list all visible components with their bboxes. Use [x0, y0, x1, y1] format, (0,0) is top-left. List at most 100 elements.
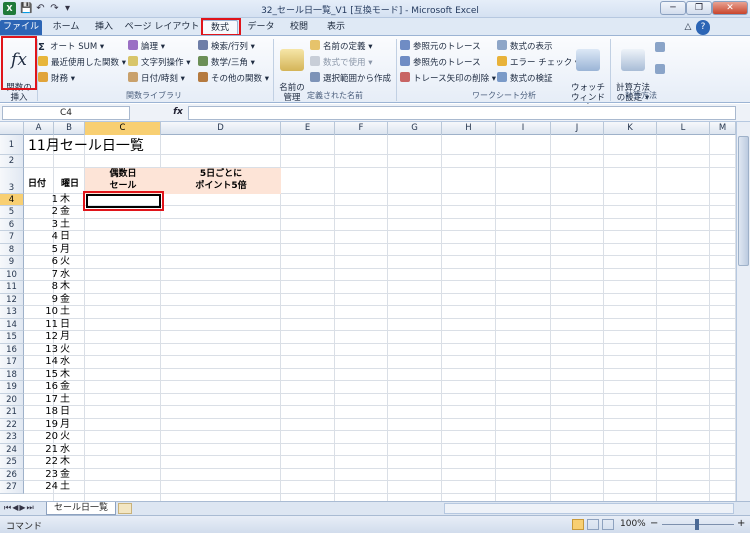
column-header-j[interactable]: J — [551, 122, 604, 135]
sheet-tab-active[interactable]: セール日一覧 — [46, 502, 116, 515]
autosum-button[interactable]: Σ オート SUM ▾ — [38, 40, 104, 54]
row-header-6[interactable]: 6 — [0, 218, 24, 231]
row-header-17[interactable]: 17 — [0, 356, 24, 369]
show-formulas-button[interactable]: 数式の表示 — [497, 40, 553, 54]
close-button[interactable]: ✕ — [712, 1, 748, 15]
datetime-button[interactable]: 日付/時刻 ▾ — [128, 72, 185, 86]
watch-window-button[interactable]: ウォッチ ウィンドウ — [570, 39, 606, 113]
row-header-5[interactable]: 5 — [0, 206, 24, 219]
column-header-e[interactable]: E — [281, 122, 335, 135]
error-checking-button[interactable]: エラー チェック ▾ — [497, 56, 579, 70]
undo-icon[interactable]: ↶ — [34, 2, 47, 15]
maximize-button[interactable]: ❐ — [686, 1, 712, 15]
redo-icon[interactable]: ↷ — [48, 2, 61, 15]
insert-function-button[interactable]: fx 関数の 挿入 — [3, 39, 35, 103]
row-header-16[interactable]: 16 — [0, 343, 24, 356]
row-header-18[interactable]: 18 — [0, 368, 24, 381]
row-header-23[interactable]: 23 — [0, 431, 24, 444]
row-header-8[interactable]: 8 — [0, 243, 24, 256]
insert-function-fx-button[interactable]: fx — [170, 106, 186, 120]
active-cell-c4[interactable] — [86, 194, 161, 208]
row-header-15[interactable]: 15 — [0, 331, 24, 344]
zoom-slider-thumb[interactable] — [695, 519, 699, 530]
row-header-9[interactable]: 9 — [0, 256, 24, 269]
normal-view-icon[interactable] — [572, 519, 584, 530]
column-header-k[interactable]: K — [604, 122, 657, 135]
tab-insert[interactable]: 挿入 — [88, 20, 120, 35]
tab-view[interactable]: 表示 — [320, 20, 352, 35]
row-header-22[interactable]: 22 — [0, 418, 24, 431]
row-header-12[interactable]: 12 — [0, 293, 24, 306]
save-icon[interactable]: 💾 — [20, 2, 33, 15]
next-sheet-icon[interactable]: ▶ — [19, 503, 26, 512]
first-sheet-icon[interactable]: ⏮ — [4, 503, 12, 512]
tab-page-layout[interactable]: ページ レイアウト — [124, 20, 200, 35]
column-header-b[interactable]: B — [54, 122, 85, 135]
select-all-corner[interactable] — [0, 122, 24, 135]
customize-qat-icon[interactable]: ▾ — [61, 2, 74, 15]
page-layout-view-icon[interactable] — [587, 519, 599, 530]
text-button[interactable]: 文字列操作 ▾ — [128, 56, 190, 70]
row-header-7[interactable]: 7 — [0, 231, 24, 244]
row-header-13[interactable]: 13 — [0, 306, 24, 319]
tab-data[interactable]: データ — [242, 20, 280, 35]
row-header-4[interactable]: 4 — [0, 193, 24, 206]
column-header-l[interactable]: L — [657, 122, 710, 135]
column-header-i[interactable]: I — [496, 122, 551, 135]
sheet-nav-buttons[interactable]: ⏮◀▶⏭ — [4, 503, 35, 513]
row-header-2[interactable]: 2 — [0, 155, 24, 168]
row-header-25[interactable]: 25 — [0, 456, 24, 469]
column-header-g[interactable]: G — [388, 122, 442, 135]
row-header-11[interactable]: 11 — [0, 281, 24, 294]
calc-sheet-icon[interactable] — [655, 64, 668, 78]
row-header-27[interactable]: 27 — [0, 481, 24, 494]
financial-button[interactable]: 財務 ▾ — [38, 72, 75, 86]
scroll-thumb[interactable] — [738, 136, 749, 266]
column-header-c[interactable]: C — [85, 122, 161, 135]
column-header-h[interactable]: H — [442, 122, 496, 135]
tab-file[interactable]: ファイル — [0, 20, 42, 35]
trace-dependents-button[interactable]: 参照先のトレース — [400, 56, 481, 70]
row-header-10[interactable]: 10 — [0, 268, 24, 281]
row-header-19[interactable]: 19 — [0, 381, 24, 394]
worksheet-grid[interactable]: ABCDEFGHIJKLM 1 2 3 4 5 6 7 8 9 10 11 12 13 14 15 16 17 1… — [0, 122, 750, 501]
column-header-m[interactable]: M — [710, 122, 736, 135]
calc-now-icon[interactable] — [655, 42, 668, 56]
row-header-26[interactable]: 26 — [0, 468, 24, 481]
recent-functions-button[interactable]: 最近使用した関数 ▾ — [38, 56, 126, 70]
zoom-out-button[interactable]: − — [650, 518, 658, 529]
trace-precedents-button[interactable]: 参照元のトレース — [400, 40, 481, 54]
column-header-f[interactable]: F — [335, 122, 388, 135]
last-sheet-icon[interactable]: ⏭ — [27, 503, 35, 512]
zoom-level[interactable]: 100% — [620, 519, 646, 529]
create-from-selection-button[interactable]: 選択範囲から作成 — [310, 72, 391, 86]
name-box[interactable]: C4 — [2, 106, 130, 120]
formula-input[interactable] — [188, 106, 736, 120]
minimize-button[interactable]: ─ — [660, 1, 686, 15]
vertical-scrollbar[interactable] — [736, 122, 750, 501]
zoom-in-button[interactable]: + — [737, 518, 745, 529]
use-in-formula-button[interactable]: 数式で使用 ▾ — [310, 56, 372, 70]
remove-arrows-button[interactable]: トレース矢印の削除 ▾ — [400, 72, 496, 86]
logical-button[interactable]: 論理 ▾ — [128, 40, 165, 54]
row-header-20[interactable]: 20 — [0, 393, 24, 406]
tab-review[interactable]: 校閲 — [283, 20, 315, 35]
math-button[interactable]: 数学/三角 ▾ — [198, 56, 255, 70]
tab-home[interactable]: ホーム — [46, 20, 86, 35]
help-icon[interactable]: ? — [696, 20, 710, 35]
row-header-14[interactable]: 14 — [0, 318, 24, 331]
horizontal-scrollbar[interactable] — [444, 503, 734, 514]
row-header-1[interactable]: 1 — [0, 135, 24, 155]
minimize-ribbon-icon[interactable]: △ — [682, 20, 694, 35]
row-header-3[interactable]: 3 — [0, 167, 24, 194]
more-functions-button[interactable]: その他の関数 ▾ — [198, 72, 269, 86]
tab-formulas[interactable]: 数式 — [202, 20, 238, 35]
lookup-button[interactable]: 検索/行列 ▾ — [198, 40, 255, 54]
page-break-view-icon[interactable] — [602, 519, 614, 530]
evaluate-formula-button[interactable]: 数式の検証 — [497, 72, 553, 86]
row-header-21[interactable]: 21 — [0, 406, 24, 419]
row-header-24[interactable]: 24 — [0, 443, 24, 456]
new-sheet-icon[interactable] — [118, 503, 132, 514]
define-name-button[interactable]: 名前の定義 ▾ — [310, 40, 372, 54]
column-header-d[interactable]: D — [161, 122, 281, 135]
